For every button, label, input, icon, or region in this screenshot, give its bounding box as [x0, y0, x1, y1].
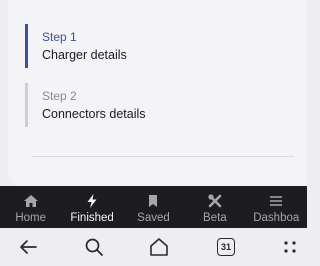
step-2-title: Connectors details: [42, 107, 146, 121]
nav-label-home: Home: [15, 212, 47, 224]
nav-label-saved: Saved: [137, 212, 170, 224]
divider: [32, 156, 294, 157]
bottom-nav: Home Finished Saved Beta Dashboa: [0, 186, 307, 228]
nav-item-finished[interactable]: Finished: [61, 186, 122, 228]
step-1[interactable]: Step 1 Charger details: [25, 24, 295, 68]
step-1-title: Charger details: [42, 48, 127, 62]
calendar-icon[interactable]: 31: [214, 235, 238, 259]
step-2[interactable]: Step 2 Connectors details: [25, 83, 295, 127]
nav-item-dashboard[interactable]: Dashboa: [246, 186, 307, 228]
menu-icon: [268, 194, 284, 208]
bookmark-icon: [145, 194, 161, 208]
nav-item-home[interactable]: Home: [0, 186, 61, 228]
app-screen: Step 1 Charger details Step 2 Connectors…: [0, 0, 307, 266]
nav-item-saved[interactable]: Saved: [123, 186, 184, 228]
calendar-day: 31: [217, 238, 235, 256]
search-icon[interactable]: [82, 235, 106, 259]
home-outline-icon[interactable]: [147, 235, 171, 259]
nav-item-beta[interactable]: Beta: [184, 186, 245, 228]
home-icon: [23, 194, 39, 208]
tools-icon: [207, 194, 223, 208]
step-2-number: Step 2: [42, 89, 77, 103]
nav-label-beta: Beta: [203, 212, 227, 224]
system-navigation-bar: 31: [0, 228, 307, 266]
back-arrow-icon[interactable]: [16, 235, 40, 259]
apps-icon[interactable]: [278, 235, 302, 259]
nav-label-finished: Finished: [70, 212, 114, 224]
step-1-number: Step 1: [42, 30, 77, 44]
nav-label-dashboard: Dashboa: [253, 212, 300, 224]
bolt-icon: [84, 194, 100, 208]
stepper-card: Step 1 Charger details Step 2 Connectors…: [8, 0, 307, 186]
